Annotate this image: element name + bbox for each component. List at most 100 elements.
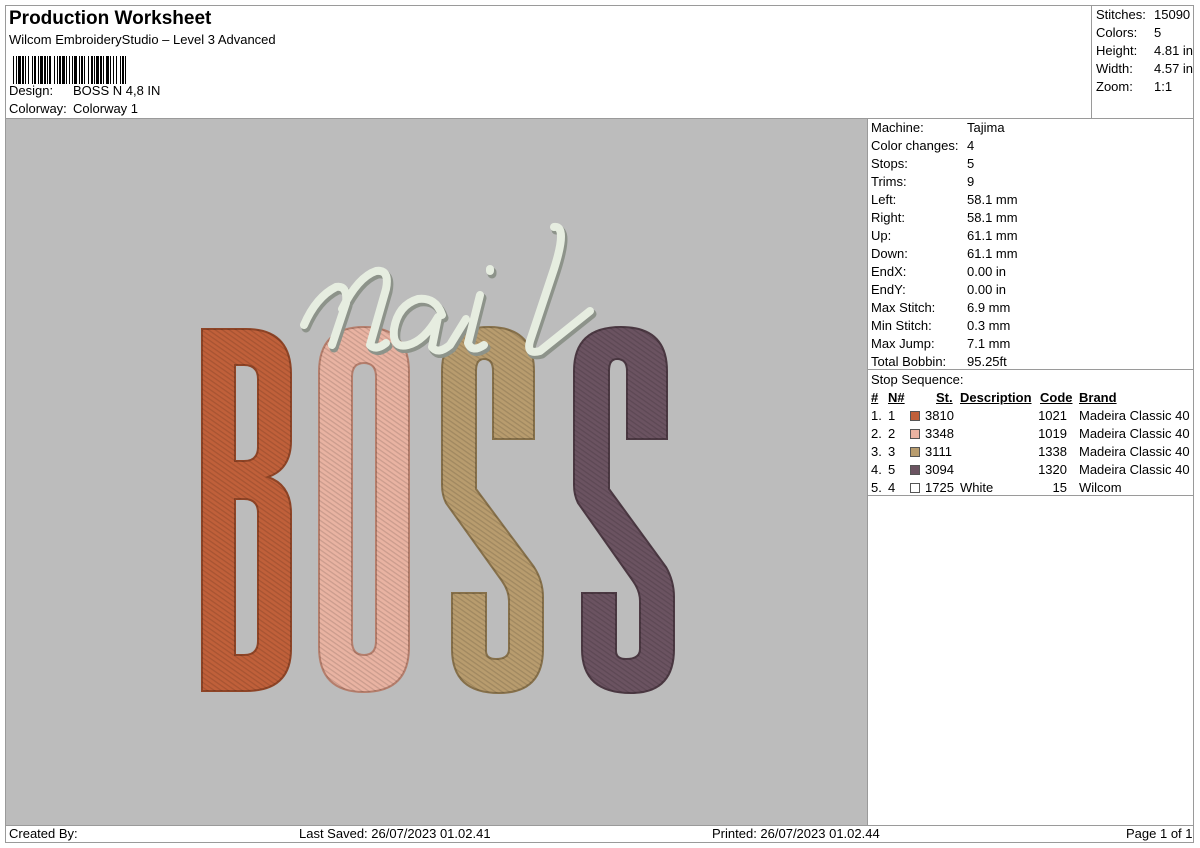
machine-info-label: EndX: bbox=[871, 264, 907, 279]
worksheet-header: Production Worksheet Wilcom EmbroiderySt… bbox=[6, 6, 1091, 118]
barcode bbox=[13, 56, 126, 84]
machine-info-value: 58.1 mm bbox=[967, 192, 1018, 207]
machine-info-value: 4 bbox=[967, 138, 975, 153]
footer-divider bbox=[6, 825, 1194, 826]
colorway-label: Colorway: bbox=[9, 101, 67, 116]
machine-info-value: Tajima bbox=[967, 120, 1005, 135]
stop-sequence-title: Stop Sequence: bbox=[871, 372, 964, 387]
thread-color-swatch bbox=[910, 447, 920, 457]
design-preview bbox=[6, 119, 867, 825]
stop-brand: Madeira Classic 40 bbox=[1079, 408, 1190, 423]
table-separator bbox=[868, 495, 1194, 496]
design-label: Design: bbox=[9, 83, 54, 98]
machine-info-value: 0.00 in bbox=[967, 282, 1007, 297]
stop-brand: Madeira Classic 40 bbox=[1079, 426, 1190, 441]
machine-info-row: Machine: Tajima bbox=[871, 120, 1005, 135]
letter-o bbox=[318, 325, 410, 694]
col-header-num: # bbox=[871, 390, 879, 405]
design-row: Design: BOSS N 4,8 IN bbox=[9, 83, 160, 98]
stop-brand: Madeira Classic 40 bbox=[1079, 462, 1190, 477]
colorway-value: Colorway 1 bbox=[73, 101, 139, 116]
machine-info-value: 7.1 mm bbox=[967, 336, 1011, 351]
page-title: Production Worksheet bbox=[9, 8, 212, 29]
machine-info-value: 0.00 in bbox=[967, 264, 1007, 279]
stop-needle: 3 bbox=[888, 444, 896, 459]
stop-code: 1019 bbox=[1038, 426, 1067, 441]
stop-stitches: 3111 bbox=[925, 444, 952, 459]
col-header-brand: Brand bbox=[1079, 390, 1117, 405]
machine-info-row: Trims: 9 bbox=[871, 174, 974, 189]
stop-needle: 5 bbox=[888, 462, 896, 477]
machine-info-value: 61.1 mm bbox=[967, 246, 1018, 261]
machine-info-row: Max Stitch: 6.9 mm bbox=[871, 300, 1010, 315]
machine-info-row: Color changes: 4 bbox=[871, 138, 974, 153]
info-separator bbox=[868, 369, 1194, 370]
printed-date: Printed: 26/07/2023 01.02.44 bbox=[712, 826, 880, 841]
design-value: BOSS N 4,8 IN bbox=[73, 83, 161, 98]
stop-description: White bbox=[960, 480, 994, 495]
machine-info-label: Up: bbox=[871, 228, 892, 243]
machine-info-row: EndX: 0.00 in bbox=[871, 264, 1006, 279]
machine-info-value: 58.1 mm bbox=[967, 210, 1018, 225]
stop-stitches: 3348 bbox=[925, 426, 954, 441]
machine-info-row: Max Jump: 7.1 mm bbox=[871, 336, 1010, 351]
machine-info-label: Right: bbox=[871, 210, 905, 225]
machine-info-value: 5 bbox=[967, 156, 975, 171]
embroidery-preview bbox=[201, 223, 675, 695]
last-saved: Last Saved: 26/07/2023 01.02.41 bbox=[299, 826, 491, 841]
machine-info-value: 6.9 mm bbox=[967, 300, 1011, 315]
machine-info-label: Total Bobbin: bbox=[871, 354, 947, 369]
letter-b bbox=[201, 328, 292, 692]
stop-code: 1021 bbox=[1038, 408, 1067, 423]
thread-color-swatch bbox=[910, 411, 920, 421]
machine-info-row: Left: 58.1 mm bbox=[871, 192, 1018, 207]
letter-s-first bbox=[441, 325, 544, 695]
stat-zoom: Zoom: 1:1 bbox=[1096, 79, 1173, 94]
machine-info-label: Trims: bbox=[871, 174, 907, 189]
machine-info-label: Left: bbox=[871, 192, 897, 207]
stop-code: 1338 bbox=[1038, 444, 1067, 459]
letter-s-second bbox=[573, 325, 675, 695]
stop-stitches: 3094 bbox=[925, 462, 954, 477]
machine-info-panel: Machine: Tajima Color changes: 4 Stops: 5 Trim… bbox=[868, 119, 1194, 825]
stop-num: 2. bbox=[871, 426, 882, 441]
machine-info-label: Max Jump: bbox=[871, 336, 935, 351]
machine-info-row: Stops: 5 bbox=[871, 156, 974, 171]
stop-num: 5. bbox=[871, 480, 882, 495]
machine-info-row: Up: 61.1 mm bbox=[871, 228, 1018, 243]
stat-stitches: Stitches: 15090 bbox=[1096, 7, 1191, 22]
machine-info-row: Right: 58.1 mm bbox=[871, 210, 1018, 225]
software-subtitle: Wilcom EmbroideryStudio – Level 3 Advanc… bbox=[9, 32, 276, 47]
machine-info-row: Min Stitch: 0.3 mm bbox=[871, 318, 1010, 333]
stop-stitches: 3810 bbox=[925, 408, 954, 423]
machine-info-label: Color changes: bbox=[871, 138, 959, 153]
machine-info-row: Total Bobbin: 95.25ft bbox=[871, 354, 1007, 369]
machine-info-row: EndY: 0.00 in bbox=[871, 282, 1006, 297]
machine-info-value: 9 bbox=[967, 174, 975, 189]
stop-num: 1. bbox=[871, 408, 882, 423]
stop-needle: 2 bbox=[888, 426, 896, 441]
thread-color-swatch bbox=[910, 465, 920, 475]
design-stats: Stitches: 15090 Colors: 5 Height: 4.81 in W… bbox=[1091, 6, 1194, 118]
stop-code: 1320 bbox=[1038, 462, 1067, 477]
col-header-code: Code bbox=[1040, 390, 1073, 405]
col-header-n: N# bbox=[888, 390, 905, 405]
machine-info-label: Min Stitch: bbox=[871, 318, 932, 333]
page-number: Page 1 of 1 bbox=[1126, 826, 1193, 841]
stop-brand: Madeira Classic 40 bbox=[1079, 444, 1190, 459]
col-header-st: St. bbox=[936, 390, 953, 405]
thread-color-swatch bbox=[910, 483, 920, 493]
machine-info-row: Down: 61.1 mm bbox=[871, 246, 1018, 261]
stop-num: 3. bbox=[871, 444, 882, 459]
stop-brand: Wilcom bbox=[1079, 480, 1122, 495]
stop-code: 15 bbox=[1052, 480, 1067, 495]
machine-info-label: EndY: bbox=[871, 282, 906, 297]
machine-info-label: Max Stitch: bbox=[871, 300, 936, 315]
thread-color-swatch bbox=[910, 429, 920, 439]
stop-needle: 4 bbox=[888, 480, 896, 495]
machine-info-label: Down: bbox=[871, 246, 908, 261]
stop-stitches: 1725 bbox=[925, 480, 954, 495]
machine-info-label: Machine: bbox=[871, 120, 924, 135]
colorway-row: Colorway: Colorway 1 bbox=[9, 101, 138, 116]
stat-width: Width: 4.57 in bbox=[1096, 61, 1194, 76]
